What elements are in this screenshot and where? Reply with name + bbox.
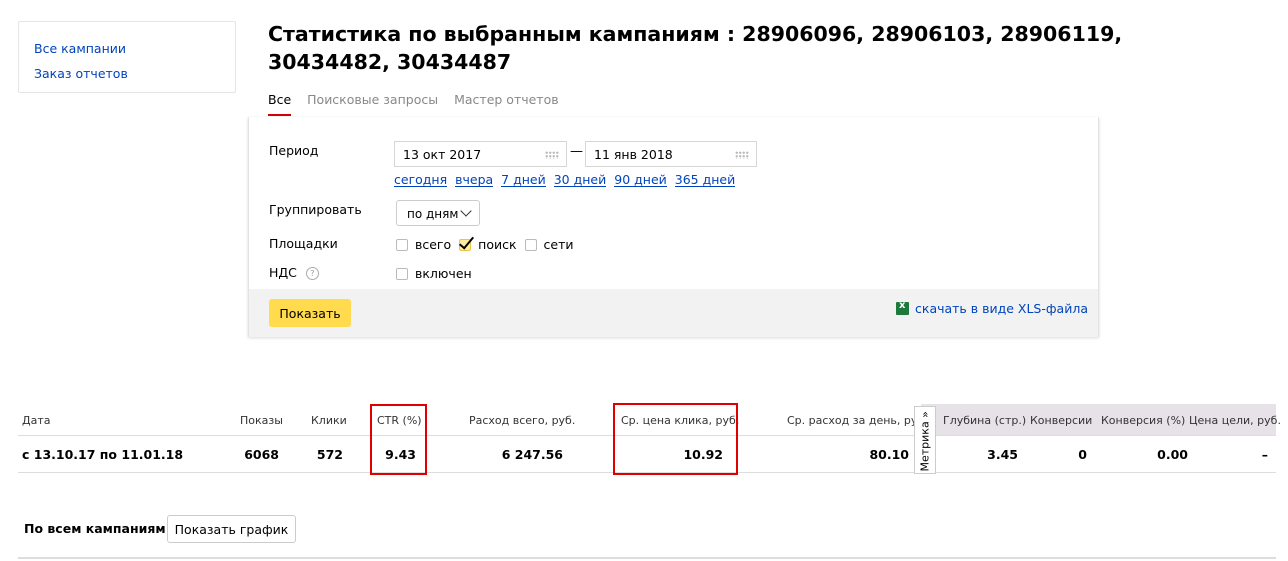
panel-footer: Показать скачать в виде XLS-файла bbox=[249, 289, 1098, 337]
date-from-input[interactable]: 13 окт 2017 bbox=[394, 141, 567, 167]
quick-range-90-days[interactable]: 90 дней bbox=[614, 173, 667, 187]
col-header-clicks[interactable]: Клики bbox=[311, 414, 347, 427]
sites-option-all[interactable]: всего bbox=[396, 237, 451, 252]
vat-checkbox-row: включен bbox=[396, 266, 480, 281]
group-by-select[interactable]: по дням bbox=[396, 200, 480, 226]
excel-icon bbox=[896, 300, 910, 315]
checkbox[interactable] bbox=[524, 238, 537, 251]
metrika-toggle[interactable]: Метрика » bbox=[914, 406, 936, 474]
tab-report-wizard[interactable]: Мастер отчетов bbox=[454, 90, 559, 118]
quick-range-30-days[interactable]: 30 дней bbox=[553, 173, 607, 187]
sidebar: Все кампании Заказ отчетов bbox=[18, 21, 236, 93]
page-title: Статистика по выбранным кампаниям : 2890… bbox=[268, 22, 1123, 74]
help-icon[interactable]: ? bbox=[305, 267, 319, 280]
cell-date: с 13.10.17 по 11.01.18 bbox=[22, 447, 184, 462]
group-label: Группировать bbox=[269, 202, 362, 217]
period-label: Период bbox=[269, 143, 319, 158]
sites-option-search[interactable]: поиск bbox=[459, 237, 517, 252]
checkbox[interactable] bbox=[396, 267, 408, 280]
ctr-highlight-box bbox=[370, 404, 427, 475]
date-range-dash: — bbox=[570, 144, 583, 159]
download-xls-link[interactable]: скачать в виде XLS-файла bbox=[896, 300, 1088, 316]
tab-all[interactable]: Все bbox=[268, 90, 292, 118]
cell-conversions: 0 bbox=[1078, 447, 1087, 462]
calendar-icon[interactable] bbox=[735, 151, 749, 159]
filter-panel: Период 13 окт 2017 — 11 янв 2018 сегодня… bbox=[248, 117, 1099, 337]
avg-cpc-highlight-box bbox=[613, 403, 738, 475]
col-header-date[interactable]: Дата bbox=[22, 414, 50, 427]
cell-clicks: 572 bbox=[316, 447, 343, 462]
show-button[interactable]: Показать bbox=[269, 299, 351, 327]
checkbox-checked[interactable] bbox=[459, 238, 472, 251]
cell-conversion-rate: 0.00 bbox=[1157, 447, 1188, 462]
calendar-icon[interactable] bbox=[545, 151, 559, 159]
cell-impressions: 6068 bbox=[244, 447, 279, 462]
sites-option-label: поиск bbox=[478, 237, 517, 252]
cell-spend: 6 247.56 bbox=[501, 447, 563, 462]
group-by-value: по дням bbox=[407, 207, 459, 221]
col-header-depth[interactable]: Глубина (стр.) bbox=[943, 414, 1026, 427]
vat-label: НДС ? bbox=[269, 265, 319, 280]
tabs: Все Поисковые запросы Мастер отчетов bbox=[268, 90, 559, 118]
quick-range-7-days[interactable]: 7 дней bbox=[501, 173, 546, 187]
col-header-spend[interactable]: Расход всего, руб. bbox=[469, 414, 575, 427]
cell-avg-daily-spend: 80.10 bbox=[869, 447, 909, 462]
checkbox[interactable] bbox=[396, 238, 408, 251]
cell-goal-cost: – bbox=[1261, 447, 1268, 462]
col-header-avg-daily-spend[interactable]: Ср. расход за день, руб. bbox=[787, 414, 928, 427]
col-header-goal-cost[interactable]: Цена цели, руб. bbox=[1189, 414, 1281, 427]
sidebar-item-all-campaigns[interactable]: Все кампании bbox=[34, 36, 220, 61]
date-to-input[interactable]: 11 янв 2018 bbox=[585, 141, 757, 167]
quick-range-links: сегодня вчера 7 дней 30 дней 90 дней 365… bbox=[394, 173, 736, 187]
tab-search-queries[interactable]: Поисковые запросы bbox=[307, 90, 438, 118]
cell-depth: 3.45 bbox=[987, 447, 1018, 462]
date-to-value: 11 янв 2018 bbox=[594, 147, 673, 162]
sidebar-item-report-orders[interactable]: Заказ отчетов bbox=[34, 61, 220, 86]
vat-included-option[interactable]: включен bbox=[396, 266, 472, 281]
all-campaigns-label: По всем кампаниям bbox=[24, 521, 166, 536]
quick-range-today[interactable]: сегодня bbox=[394, 173, 448, 187]
sites-option-label: всего bbox=[415, 237, 452, 252]
chevron-down-icon bbox=[460, 205, 472, 217]
show-graph-button[interactable]: Показать график bbox=[167, 515, 296, 543]
quick-range-yesterday[interactable]: вчера bbox=[455, 173, 494, 187]
sites-label: Площадки bbox=[269, 236, 338, 251]
vat-included-label: включен bbox=[415, 266, 472, 281]
quick-range-365-days[interactable]: 365 дней bbox=[674, 173, 736, 187]
sites-option-label: сети bbox=[543, 237, 574, 252]
sites-checkboxes: всего поиск сети bbox=[396, 237, 582, 252]
sites-option-networks[interactable]: сети bbox=[524, 237, 574, 252]
divider bbox=[18, 557, 1276, 559]
download-xls-label: скачать в виде XLS-файла bbox=[915, 301, 1088, 316]
col-header-conversions[interactable]: Конверсии bbox=[1030, 414, 1092, 427]
vat-label-text: НДС bbox=[269, 265, 297, 280]
col-header-conversion-rate[interactable]: Конверсия (%) bbox=[1101, 414, 1185, 427]
date-from-value: 13 окт 2017 bbox=[403, 147, 482, 162]
col-header-impressions[interactable]: Показы bbox=[240, 414, 283, 427]
metrika-toggle-label: Метрика » bbox=[918, 411, 932, 472]
